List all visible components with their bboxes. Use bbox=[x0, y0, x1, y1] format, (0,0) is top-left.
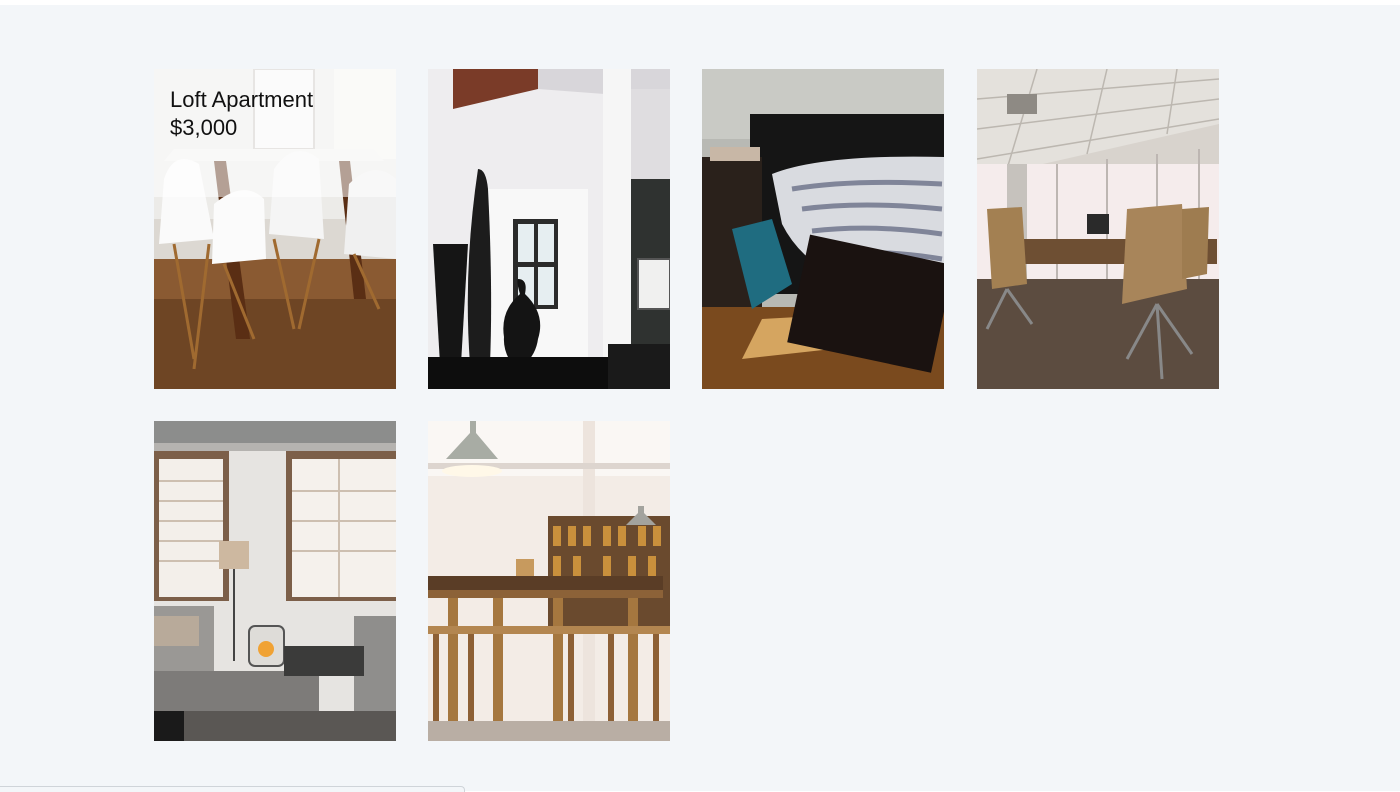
listing-photo-bedroom bbox=[702, 69, 944, 389]
listing-card-4[interactable] bbox=[977, 69, 1219, 389]
listing-card-2[interactable] bbox=[428, 69, 670, 389]
listing-photo-white-interior bbox=[428, 69, 670, 389]
listing-card-6[interactable] bbox=[428, 421, 670, 741]
listing-price: $3,000 bbox=[170, 115, 238, 140]
bottom-panel-edge bbox=[0, 786, 465, 792]
listing-card-3[interactable] bbox=[702, 69, 944, 389]
listing-photo-cafe bbox=[428, 421, 670, 741]
listing-photo-living-room bbox=[154, 421, 396, 741]
listing-card-loft-apartment[interactable]: Loft Apartment $3,000 bbox=[154, 69, 396, 389]
listing-title: Loft Apartment bbox=[170, 87, 314, 112]
listing-card-5[interactable] bbox=[154, 421, 396, 741]
listing-photo-conference-room bbox=[977, 69, 1219, 389]
